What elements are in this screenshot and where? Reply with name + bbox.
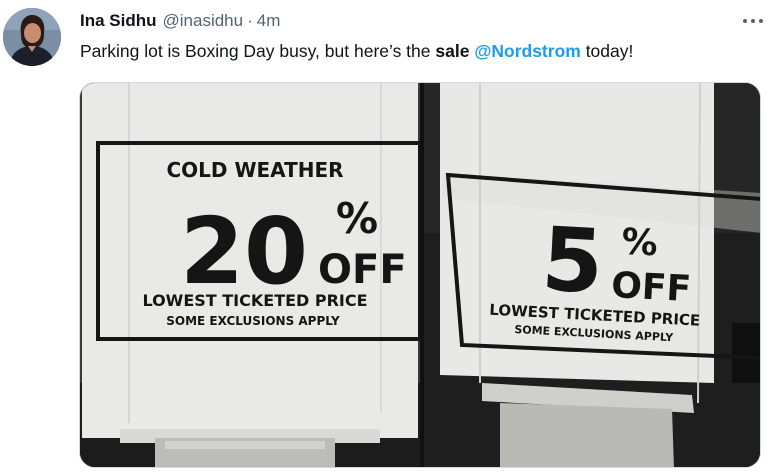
more-horizontal-icon: [743, 19, 763, 23]
tweet: Ina Sidhu @inasidhu · 4m Parking lot is …: [0, 0, 784, 476]
avatar[interactable]: [3, 8, 61, 66]
tweet-text-end: today!: [580, 41, 634, 61]
tweet-text-start: Parking lot is Boxing Day busy, but here…: [80, 41, 436, 61]
sign-heading: COLD WEATHER: [166, 158, 343, 182]
tweet-header: Ina Sidhu @inasidhu · 4m: [80, 10, 280, 32]
sign-number-right: 5: [539, 207, 606, 313]
media-grid: COLD WEATHER 20 % OFF LOWEST TICKETED PR…: [79, 82, 761, 468]
sign-line-2: SOME EXCLUSIONS APPLY: [166, 314, 340, 328]
photo-left[interactable]: COLD WEATHER 20 % OFF LOWEST TICKETED PR…: [80, 83, 420, 467]
tweet-text-bold: sale: [435, 41, 470, 61]
sign-percent-right: %: [621, 221, 659, 264]
photo-right-image: 5 % OFF LOWEST TICKETED PRICE SOME EXCLU…: [422, 83, 760, 467]
separator-dot: ·: [247, 11, 253, 30]
mention-link[interactable]: @Nordstrom: [474, 41, 581, 61]
photo-right[interactable]: 5 % OFF LOWEST TICKETED PRICE SOME EXCLU…: [422, 83, 760, 467]
author-name[interactable]: Ina Sidhu: [80, 11, 157, 31]
sign-off: OFF: [318, 247, 407, 293]
sign-percent: %: [336, 194, 378, 243]
photo-left-image: COLD WEATHER 20 % OFF LOWEST TICKETED PR…: [80, 83, 420, 467]
avatar-image: [3, 8, 61, 66]
sign-number: 20: [180, 198, 308, 305]
sign-off-right: OFF: [610, 265, 692, 310]
tweet-timestamp[interactable]: 4m: [257, 11, 281, 31]
author-handle[interactable]: @inasidhu: [163, 11, 244, 31]
tweet-text: Parking lot is Boxing Day busy, but here…: [80, 41, 633, 62]
sign-line-1: LOWEST TICKETED PRICE: [142, 291, 367, 310]
more-options-button[interactable]: [740, 12, 766, 30]
